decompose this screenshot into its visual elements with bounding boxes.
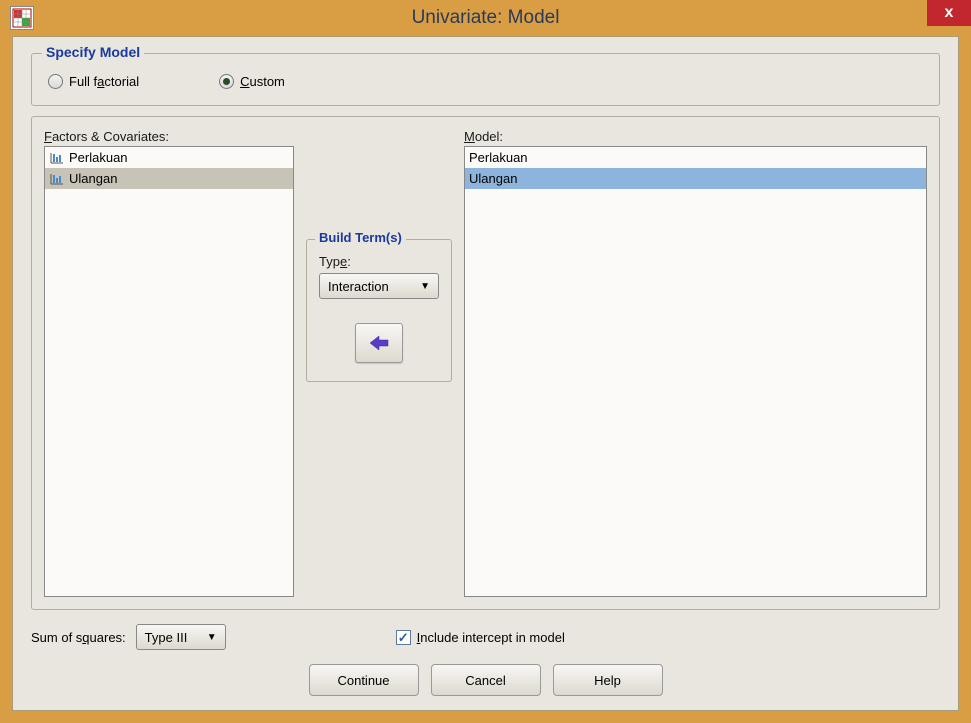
dialog-window: Univariate: Model x Specify Model Full f… bbox=[0, 0, 971, 723]
factor-icon bbox=[49, 151, 65, 165]
list-item-label: Ulangan bbox=[469, 171, 517, 186]
list-item[interactable]: Ulangan bbox=[465, 168, 926, 189]
model-panel: Model: Perlakuan Ulangan bbox=[464, 129, 927, 597]
arrow-left-icon bbox=[368, 333, 390, 353]
continue-button[interactable]: Continue bbox=[309, 664, 419, 696]
dialog-title: Univariate: Model bbox=[0, 7, 971, 29]
chevron-down-icon: ▼ bbox=[207, 632, 217, 643]
cancel-button[interactable]: Cancel bbox=[431, 664, 541, 696]
titlebar: Univariate: Model x bbox=[0, 0, 971, 36]
chevron-down-icon: ▼ bbox=[420, 281, 430, 292]
build-terms-title: Build Term(s) bbox=[315, 230, 406, 245]
factors-label: Factors & Covariates: bbox=[44, 129, 294, 144]
type-dropdown[interactable]: Interaction ▼ bbox=[319, 273, 439, 299]
checkbox-label: Include intercept in model bbox=[417, 630, 565, 645]
move-left-button[interactable] bbox=[355, 323, 403, 363]
sum-of-squares-label: Sum of squares: bbox=[31, 630, 126, 645]
build-terms-group: Build Term(s) Type: Interaction ▼ bbox=[306, 239, 452, 382]
include-intercept-checkbox[interactable]: Include intercept in model bbox=[396, 630, 565, 645]
dropdown-value: Type III bbox=[145, 630, 188, 645]
type-label: Type: bbox=[319, 254, 351, 269]
radio-icon bbox=[48, 74, 63, 89]
button-label: Continue bbox=[337, 673, 389, 688]
list-item[interactable]: Ulangan bbox=[45, 168, 293, 189]
factor-icon bbox=[49, 172, 65, 186]
radio-custom[interactable]: Custom bbox=[219, 74, 285, 89]
list-item-label: Perlakuan bbox=[469, 150, 528, 165]
close-icon: x bbox=[945, 4, 954, 22]
button-label: Cancel bbox=[465, 673, 505, 688]
radio-full-factorial[interactable]: Full factorial bbox=[48, 74, 139, 89]
model-label: Model: bbox=[464, 129, 927, 144]
list-item-label: Perlakuan bbox=[69, 150, 128, 165]
specify-model-group: Specify Model Full factorial Custom bbox=[31, 53, 940, 106]
button-row: Continue Cancel Help bbox=[31, 664, 940, 696]
dialog-content: Specify Model Full factorial Custom Fact… bbox=[12, 36, 959, 711]
dropdown-value: Interaction bbox=[328, 279, 389, 294]
sum-of-squares-dropdown[interactable]: Type III ▼ bbox=[136, 624, 226, 650]
list-item-label: Ulangan bbox=[69, 171, 117, 186]
radio-icon bbox=[219, 74, 234, 89]
app-icon bbox=[10, 6, 34, 30]
factors-listbox[interactable]: Perlakuan Ulangan bbox=[44, 146, 294, 597]
radio-label: Custom bbox=[240, 74, 285, 89]
build-terms-panel: Build Term(s) Type: Interaction ▼ bbox=[294, 129, 464, 597]
list-item[interactable]: Perlakuan bbox=[45, 147, 293, 168]
factors-panel: Factors & Covariates: Perlakuan Ulangan bbox=[44, 129, 294, 597]
button-label: Help bbox=[594, 673, 621, 688]
radio-row: Full factorial Custom bbox=[44, 68, 927, 93]
list-item[interactable]: Perlakuan bbox=[465, 147, 926, 168]
radio-label: Full factorial bbox=[69, 74, 139, 89]
checkbox-icon bbox=[396, 630, 411, 645]
close-button[interactable]: x bbox=[927, 0, 971, 26]
main-area: Factors & Covariates: Perlakuan Ulangan bbox=[31, 116, 940, 610]
bottom-row: Sum of squares: Type III ▼ Include inter… bbox=[31, 624, 940, 650]
specify-model-title: Specify Model bbox=[42, 44, 144, 60]
model-listbox[interactable]: Perlakuan Ulangan bbox=[464, 146, 927, 597]
help-button[interactable]: Help bbox=[553, 664, 663, 696]
